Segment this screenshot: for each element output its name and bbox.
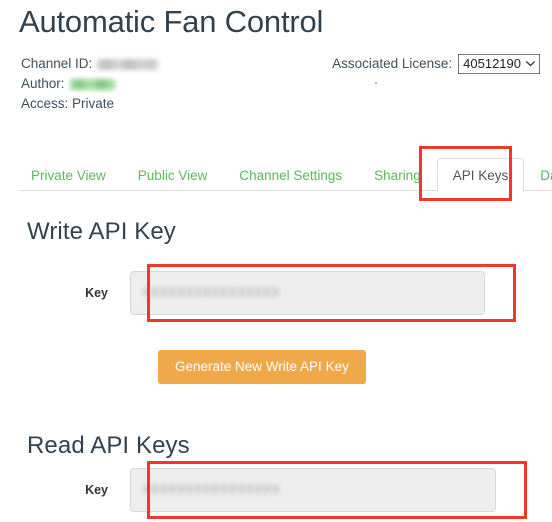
associated-license-value: 40512190 xyxy=(463,56,521,71)
read-key-input[interactable]: XXXXXXXXXXXXXXXX xyxy=(130,468,496,512)
read-api-keys-heading: Read API Keys xyxy=(27,432,190,459)
associated-license-label: Associated License: xyxy=(332,56,453,71)
read-key-value: XXXXXXXXXXXXXXXX xyxy=(143,483,281,497)
write-key-value: XXXXXXXXXXXXXXXX xyxy=(143,286,281,300)
channel-id-redacted-value xyxy=(97,58,160,70)
generate-new-write-api-key-button[interactable]: Generate New Write API Key xyxy=(158,350,366,384)
tab-public-view[interactable]: Public View xyxy=(122,158,224,192)
tab-private-view[interactable]: Private View xyxy=(19,158,122,192)
tab-channel-settings[interactable]: Channel Settings xyxy=(223,158,358,192)
page-title: Automatic Fan Control xyxy=(19,4,324,39)
tab-list: Private View Public View Channel Setting… xyxy=(19,148,552,192)
channel-meta: Channel ID: Author: Access: Private xyxy=(21,54,160,114)
chevron-down-icon xyxy=(526,61,535,67)
tab-data[interactable]: Data xyxy=(524,158,552,192)
associated-license: Associated License: 40512190 xyxy=(332,54,540,74)
read-key-row: Key XXXXXXXXXXXXXXXX xyxy=(0,468,552,512)
write-key-input[interactable]: XXXXXXXXXXXXXXXX xyxy=(130,271,485,315)
write-api-key-heading: Write API Key xyxy=(27,218,176,245)
author-redacted-value[interactable] xyxy=(69,78,116,90)
access-label: Access: Private xyxy=(21,96,115,111)
api-keys-page: Automatic Fan Control Channel ID: Author… xyxy=(0,0,552,522)
access-row: Access: Private xyxy=(21,94,159,114)
tab-navigation: Private View Public View Channel Setting… xyxy=(0,148,552,192)
channel-id-label: Channel ID: xyxy=(21,56,93,71)
read-key-label: Key xyxy=(85,483,108,497)
channel-id-row: Channel ID: xyxy=(21,54,160,74)
write-key-label: Key xyxy=(85,286,108,300)
tab-api-keys[interactable]: API Keys xyxy=(436,158,525,192)
write-key-row: Key XXXXXXXXXXXXXXXX xyxy=(0,271,552,315)
tab-sharing[interactable]: Sharing xyxy=(358,158,437,192)
author-label: Author: xyxy=(21,76,65,91)
author-row: Author: xyxy=(21,74,159,94)
stray-artifact xyxy=(375,82,377,84)
associated-license-select[interactable]: 40512190 xyxy=(458,54,540,74)
